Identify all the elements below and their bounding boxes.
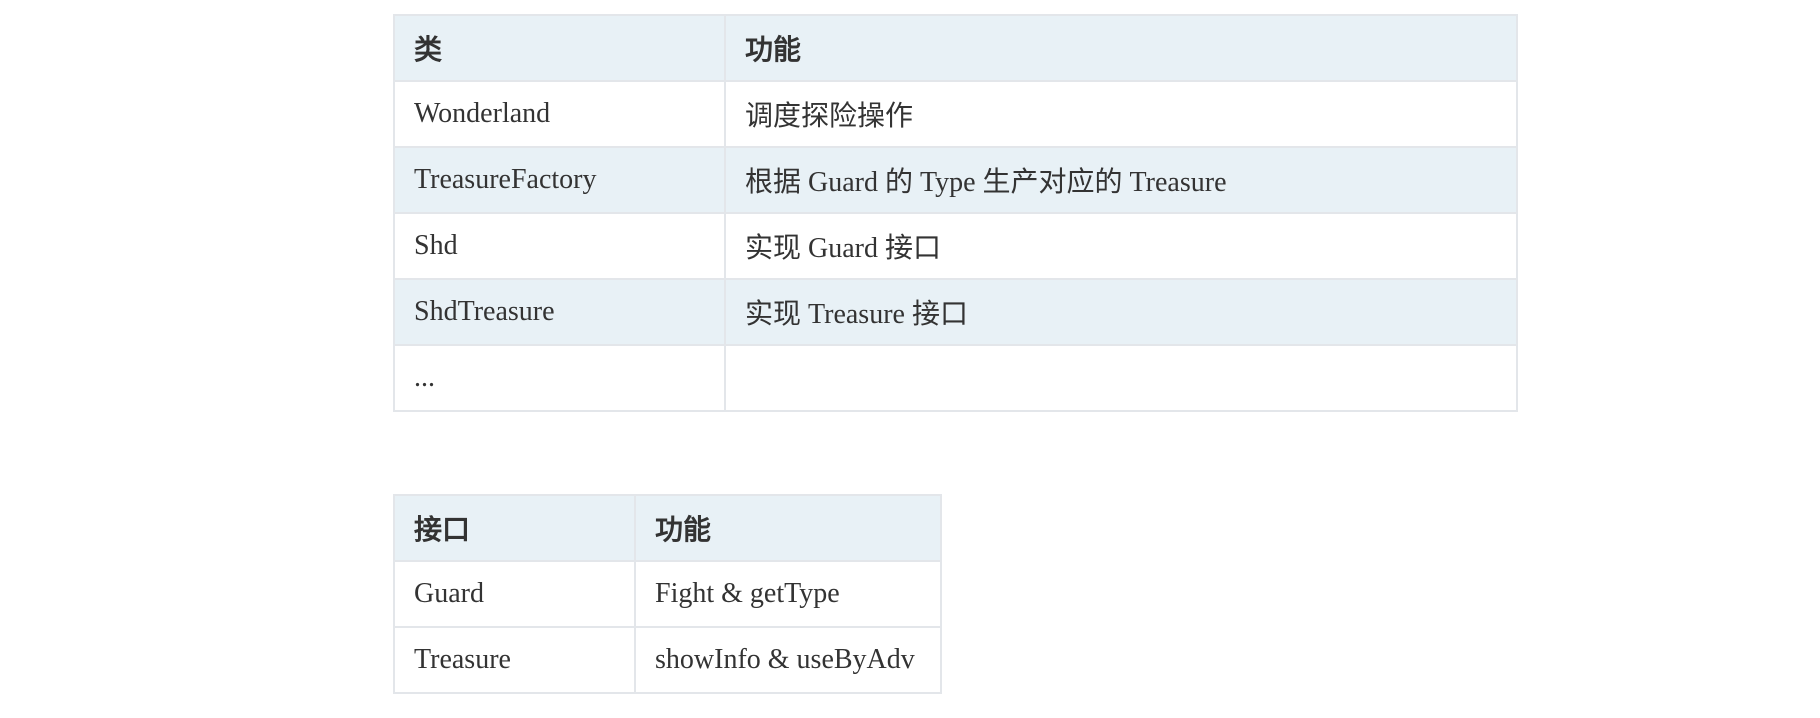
cell-function: 实现 Guard 接口: [724, 212, 1518, 280]
cell-class-name: Wonderland: [393, 80, 726, 148]
cell-function: 调度探险操作: [724, 80, 1518, 148]
table-row: ShdTreasure 实现 Treasure 接口: [393, 278, 1518, 346]
cell-class-name: TreasureFactory: [393, 146, 726, 214]
table-row: Wonderland 调度探险操作: [393, 80, 1518, 148]
class-function-table: 类 功能 Wonderland 调度探险操作 TreasureFactory 根…: [393, 14, 1518, 412]
cell-class-name: ShdTreasure: [393, 278, 726, 346]
cell-function: showInfo & useByAdv: [634, 626, 942, 694]
cell-function: 根据 Guard 的 Type 生产对应的 Treasure: [724, 146, 1518, 214]
interface-function-table: 接口 功能 Guard Fight & getType Treasure sho…: [393, 494, 942, 694]
cell-interface-name: Guard: [393, 560, 636, 628]
cell-class-name: Shd: [393, 212, 726, 280]
header-function: 功能: [634, 494, 942, 562]
header-function: 功能: [724, 14, 1518, 82]
cell-function: Fight & getType: [634, 560, 942, 628]
header-class: 类: [393, 14, 726, 82]
table-row: ...: [393, 344, 1518, 412]
cell-class-name: ...: [393, 344, 726, 412]
table-header-row: 类 功能: [393, 14, 1518, 82]
cell-function: [724, 344, 1518, 412]
cell-interface-name: Treasure: [393, 626, 636, 694]
table-row: Shd 实现 Guard 接口: [393, 212, 1518, 280]
cell-function: 实现 Treasure 接口: [724, 278, 1518, 346]
table-row: TreasureFactory 根据 Guard 的 Type 生产对应的 Tr…: [393, 146, 1518, 214]
table-row: Guard Fight & getType: [393, 560, 942, 628]
table-header-row: 接口 功能: [393, 494, 942, 562]
header-interface: 接口: [393, 494, 636, 562]
table-row: Treasure showInfo & useByAdv: [393, 626, 942, 694]
